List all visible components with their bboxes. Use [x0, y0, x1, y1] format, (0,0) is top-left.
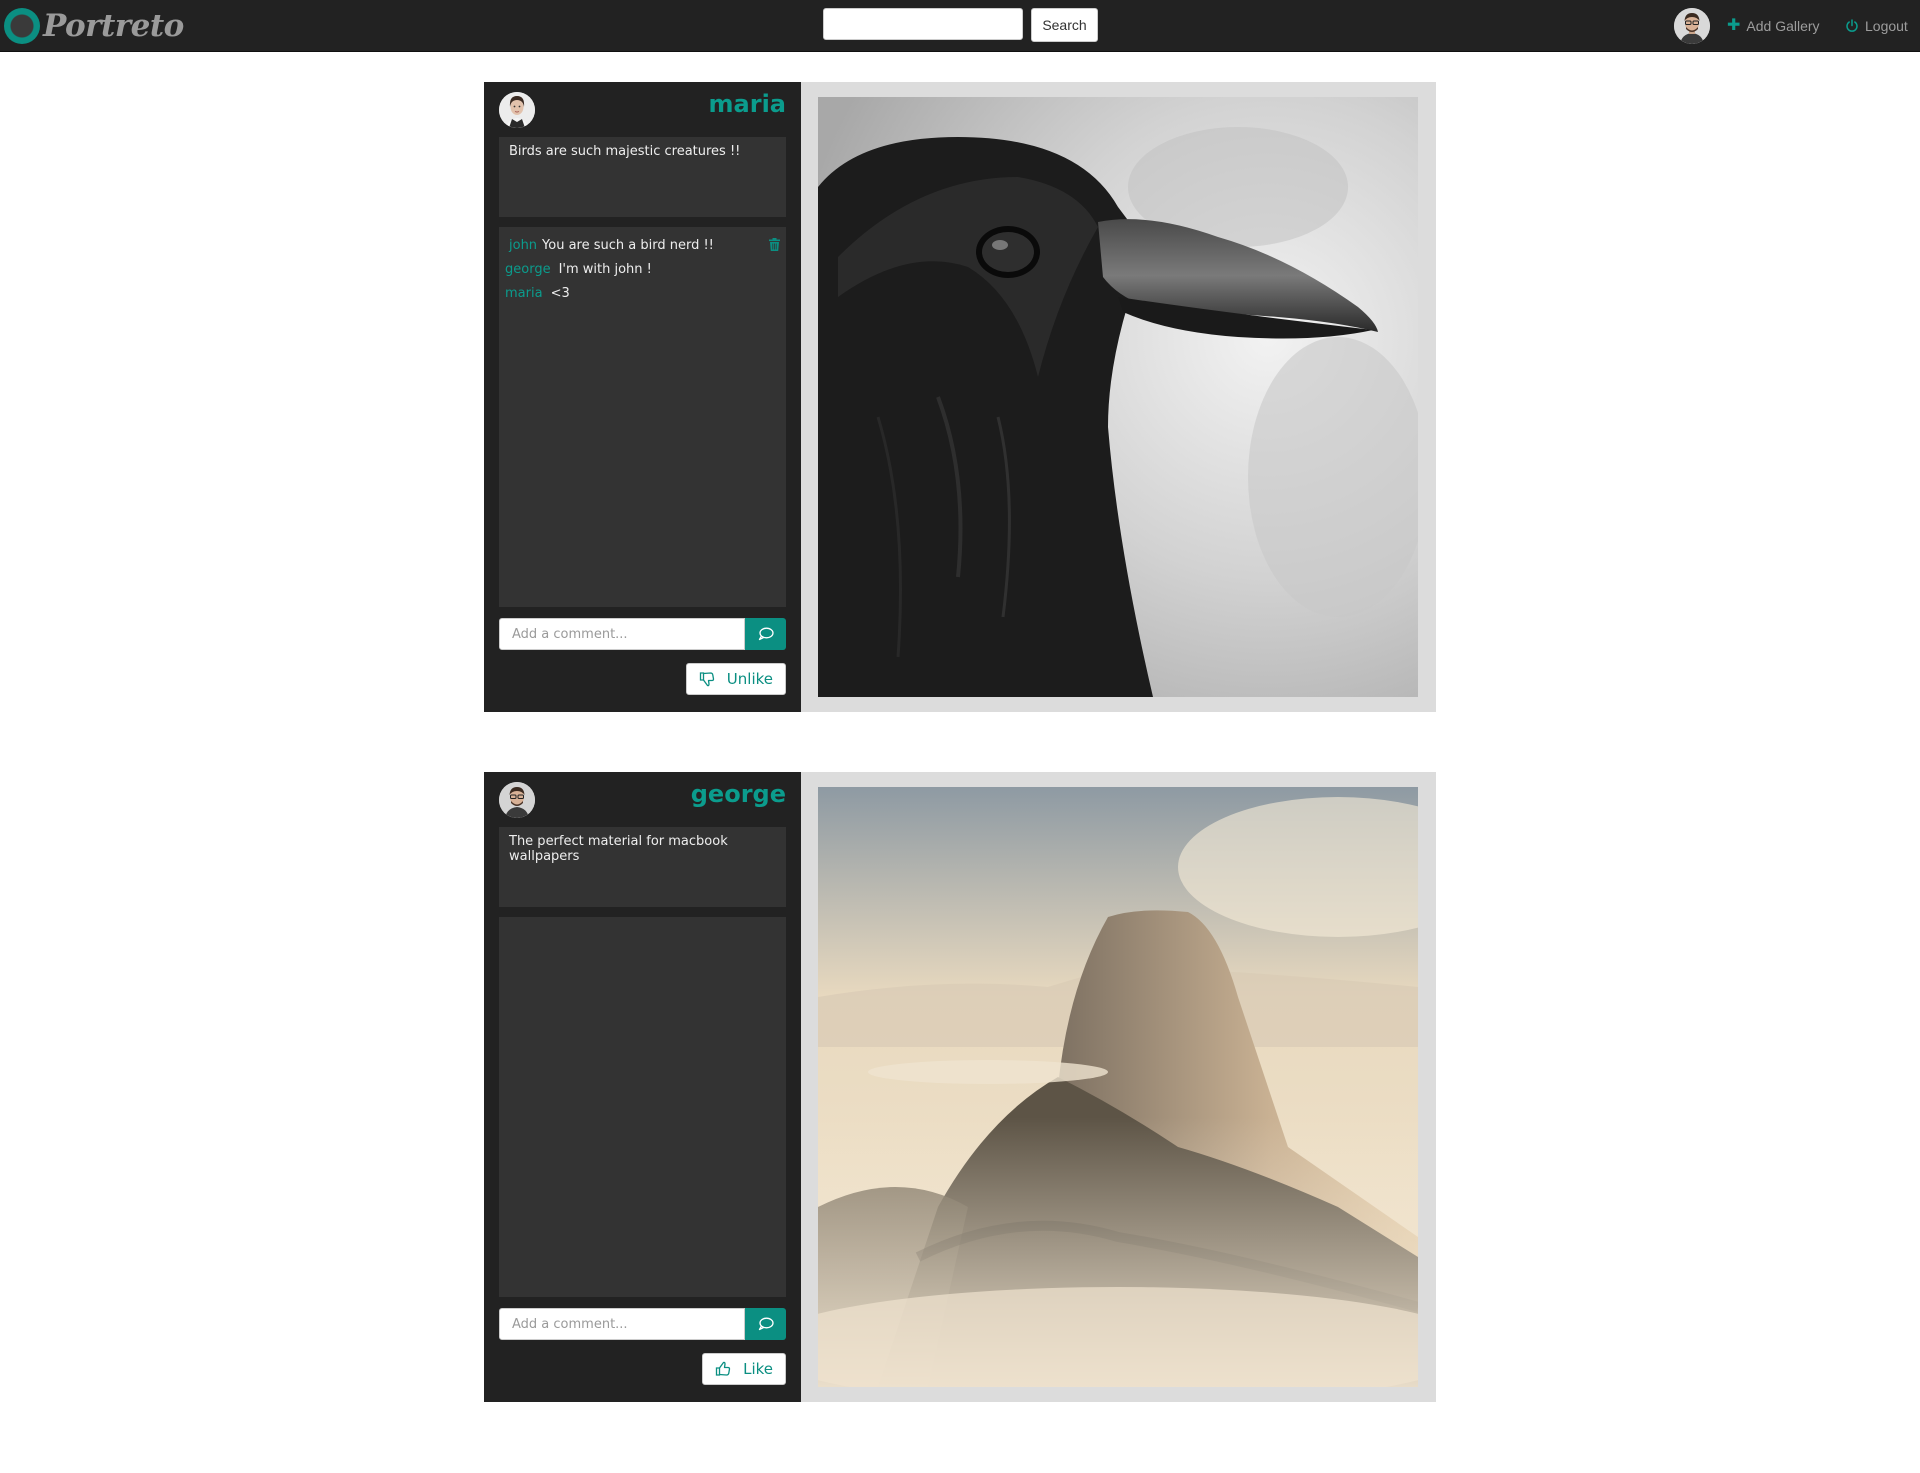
thumbs-up-icon — [715, 1361, 731, 1376]
speech-bubble-icon — [758, 627, 774, 641]
photo-frame — [801, 772, 1436, 1402]
comment-item: john You are such a bird nerd !! — [505, 233, 786, 257]
like-label: Like — [743, 1360, 773, 1378]
gallery-sidebar: george The perfect material for macbook … — [484, 772, 801, 1402]
photo-frame — [801, 82, 1436, 712]
add-comment-form — [499, 1308, 786, 1340]
power-icon — [1846, 19, 1858, 32]
comment-item: maria <3 — [505, 281, 786, 305]
comment-author[interactable]: john — [509, 238, 537, 253]
gallery-photo[interactable] — [818, 97, 1418, 697]
comment-item: george I'm with john ! — [505, 257, 786, 281]
gallery-photo[interactable] — [818, 787, 1418, 1387]
add-gallery-link[interactable]: ✚ Add Gallery — [1727, 16, 1820, 36]
send-comment-button[interactable] — [745, 1308, 786, 1340]
brand-name: Portreto — [43, 8, 184, 44]
comments-list: john You are such a bird nerd !! george … — [499, 227, 786, 607]
logout-label: Logout — [1865, 18, 1908, 34]
unlike-button[interactable]: Unlike — [685, 663, 786, 695]
brand[interactable]: Portreto — [4, 6, 184, 46]
user-avatar-icon — [499, 782, 535, 818]
add-gallery-label: Add Gallery — [1746, 18, 1820, 34]
comment-text: <3 — [550, 285, 570, 301]
current-user-avatar[interactable] — [1674, 8, 1710, 44]
thumbs-down-icon — [699, 672, 714, 687]
search-button[interactable]: Search — [1031, 8, 1098, 42]
gallery-owner-name[interactable]: george — [691, 780, 786, 808]
add-comment-form — [499, 618, 786, 650]
gallery-owner-name[interactable]: maria — [709, 90, 786, 118]
logout-link[interactable]: Logout — [1845, 16, 1908, 36]
comment-text: You are such a bird nerd !! — [542, 237, 714, 253]
user-avatar-icon — [1674, 8, 1710, 44]
like-button[interactable]: Like — [702, 1353, 786, 1385]
comments-list — [499, 917, 786, 1297]
user-avatar-icon — [499, 92, 535, 128]
comment-author[interactable]: maria — [505, 286, 543, 301]
trash-icon[interactable] — [769, 238, 780, 251]
gallery-card: george The perfect material for macbook … — [484, 772, 1436, 1402]
comment-text: I'm with john ! — [558, 261, 652, 277]
send-comment-button[interactable] — [745, 618, 786, 650]
top-navbar: Portreto Search ✚ Add Gallery Logout — [0, 0, 1920, 52]
crow-photo — [818, 97, 1418, 697]
gallery-description: The perfect material for macbook wallpap… — [499, 827, 786, 907]
brand-logo-icon — [4, 8, 40, 44]
mountain-photo — [818, 787, 1418, 1387]
plus-icon: ✚ — [1727, 17, 1741, 34]
avatar[interactable] — [499, 782, 535, 818]
search-input[interactable] — [823, 8, 1023, 40]
comment-input[interactable] — [499, 618, 745, 650]
comment-input[interactable] — [499, 1308, 745, 1340]
avatar[interactable] — [499, 92, 535, 128]
comment-author[interactable]: george — [505, 262, 551, 277]
gallery-description: Birds are such majestic creatures !! — [499, 137, 786, 217]
speech-bubble-icon — [758, 1317, 774, 1331]
unlike-label: Unlike — [726, 670, 773, 688]
gallery-card: maria Birds are such majestic creatures … — [484, 82, 1436, 712]
gallery-sidebar: maria Birds are such majestic creatures … — [484, 82, 801, 712]
